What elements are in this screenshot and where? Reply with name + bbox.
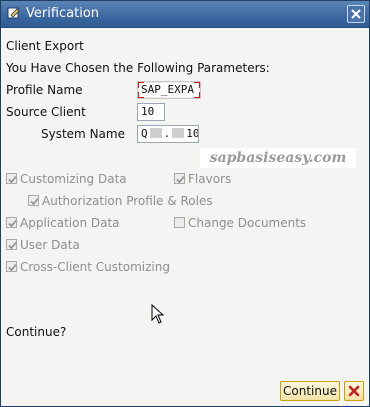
checkbox[interactable] — [174, 217, 185, 228]
option-label: Authorization Profile & Roles — [42, 194, 213, 208]
focus-corner-bl — [138, 92, 144, 98]
check-icon — [30, 197, 39, 206]
check-icon — [8, 219, 17, 228]
system-name-field[interactable]: Q. 10 — [137, 125, 199, 143]
profile-name-label: Profile Name — [6, 83, 83, 97]
continue-button[interactable]: Continue — [280, 381, 340, 401]
source-client-label: Source Client — [6, 105, 86, 119]
profile-name-value: SAP_EXPA — [141, 83, 194, 96]
option-label: Cross-Client Customizing — [20, 260, 170, 274]
source-client-value: 10 — [141, 105, 155, 118]
option-label: Application Data — [20, 216, 120, 230]
option-label: Change Documents — [188, 216, 307, 230]
cancel-button[interactable] — [344, 381, 364, 401]
cancel-icon — [348, 385, 360, 397]
profile-name-field[interactable]: SAP_EXPA — [137, 81, 201, 99]
focus-corner-tl — [138, 82, 144, 88]
dialog-heading: Client Export — [6, 39, 84, 53]
check-icon — [8, 241, 17, 250]
focus-corner-tr — [194, 82, 200, 88]
verification-dialog: Verification Client Export You Have Chos… — [0, 0, 370, 407]
system-name-suffix: 10 — [186, 127, 199, 140]
focus-corner-br — [194, 92, 200, 98]
check-icon — [8, 263, 17, 272]
close-icon — [351, 9, 361, 19]
check-icon — [176, 175, 185, 184]
checkbox[interactable] — [6, 173, 17, 184]
intro-text: You Have Chosen the Following Parameters… — [6, 61, 270, 75]
continue-question: Continue? — [6, 325, 67, 339]
checkbox[interactable] — [28, 195, 39, 206]
watermark: sapbasiseasy.com — [200, 148, 356, 168]
system-name-prefix: Q — [141, 127, 148, 140]
option-label: Flavors — [188, 172, 232, 186]
checkbox[interactable] — [6, 239, 17, 250]
checkbox[interactable] — [174, 173, 185, 184]
window-edit-icon — [7, 6, 21, 20]
checkbox[interactable] — [6, 261, 17, 272]
checkbox[interactable] — [6, 217, 17, 228]
source-client-field[interactable]: 10 — [137, 103, 165, 121]
redacted-block — [149, 128, 162, 138]
mouse-cursor-icon — [151, 304, 165, 324]
system-name-sep: . — [163, 127, 171, 140]
check-icon — [8, 175, 17, 184]
option-label: User Data — [20, 238, 80, 252]
title-bar[interactable]: Verification — [1, 1, 369, 28]
system-name-label: System Name — [41, 127, 125, 141]
close-button[interactable] — [347, 5, 365, 23]
window-title: Verification — [26, 6, 100, 21]
redacted-block — [172, 128, 185, 138]
option-label: Customizing Data — [20, 172, 127, 186]
